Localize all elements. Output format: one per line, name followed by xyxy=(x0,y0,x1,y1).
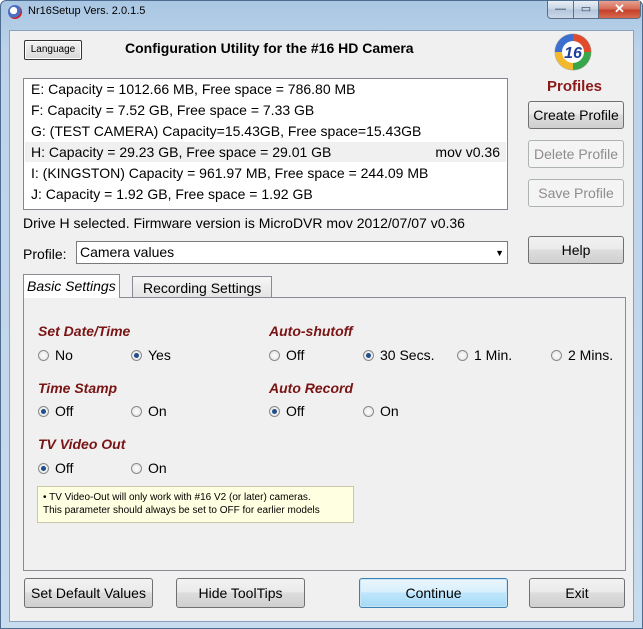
radio-label: 30 Secs. xyxy=(380,347,435,363)
radio-dot xyxy=(551,349,562,361)
set-default-values-button[interactable]: Set Default Values xyxy=(24,578,153,608)
drive-item-j[interactable]: J: Capacity = 1.92 GB, Free space = 1.92… xyxy=(25,184,506,204)
drive-firmware-tag: mov v0.36 xyxy=(435,144,500,160)
set-date-time-title: Set Date/Time xyxy=(38,323,131,339)
radio-label: Off xyxy=(286,347,305,363)
radio-dot xyxy=(131,462,142,474)
profiles-label: Profiles xyxy=(547,78,603,95)
radio-dot xyxy=(38,349,49,361)
continue-button[interactable]: Continue xyxy=(359,578,508,608)
radio-dot xyxy=(363,349,374,361)
radio-dot xyxy=(131,349,142,361)
app-window: Nr16Setup Vers. 2.0.1.5 — ▭ ✕ Language C… xyxy=(0,0,643,629)
maximize-button[interactable]: ▭ xyxy=(573,1,599,19)
auto-shutoff-2min-radio[interactable]: 2 Mins. xyxy=(551,347,613,363)
radio-label: On xyxy=(148,460,167,476)
tooltip-line-1: • TV Video-Out will only work with #16 V… xyxy=(43,492,311,503)
radio-dot xyxy=(38,405,49,417)
tab-recording-settings[interactable]: Recording Settings xyxy=(132,276,273,299)
radio-dot xyxy=(269,349,280,361)
auto-shutoff-title: Auto-shutoff xyxy=(269,323,353,339)
radio-dot xyxy=(131,405,142,417)
hide-tooltips-button[interactable]: Hide ToolTips xyxy=(176,578,305,608)
radio-label: Off xyxy=(55,460,74,476)
profile-dropdown[interactable]: Camera values ▼ xyxy=(76,241,508,264)
app-icon xyxy=(8,5,22,19)
help-button[interactable]: Help xyxy=(528,236,624,264)
tab-basic-settings[interactable]: Basic Settings xyxy=(23,274,120,298)
radio-label: 1 Min. xyxy=(474,347,513,363)
radio-dot xyxy=(363,405,374,417)
date-time-yes-radio[interactable]: Yes xyxy=(131,347,171,363)
drive-label: G: (TEST CAMERA) Capacity=15.43GB, Free … xyxy=(31,123,422,139)
camera-logo-icon: 16 xyxy=(554,33,592,71)
radio-label: No xyxy=(55,347,73,363)
tooltip-line-2: This parameter should always be set to O… xyxy=(43,505,320,516)
radio-label: Off xyxy=(55,403,74,419)
title-bar[interactable]: Nr16Setup Vers. 2.0.1.5 — ▭ ✕ xyxy=(1,1,642,23)
radio-label: Yes xyxy=(148,347,171,363)
radio-label: Off xyxy=(286,403,305,419)
close-button[interactable]: ✕ xyxy=(598,1,641,19)
time-stamp-on-radio[interactable]: On xyxy=(131,403,167,419)
radio-dot xyxy=(269,405,280,417)
save-profile-button[interactable]: Save Profile xyxy=(528,179,624,207)
time-stamp-off-radio[interactable]: Off xyxy=(38,403,73,419)
language-button[interactable]: Language xyxy=(24,40,82,60)
radio-label: On xyxy=(148,403,167,419)
drive-item-i[interactable]: I: (KINGSTON) Capacity = 961.97 MB, Free… xyxy=(25,163,506,183)
chevron-down-icon: ▼ xyxy=(495,248,504,258)
auto-record-off-radio[interactable]: Off xyxy=(269,403,304,419)
profile-selected-value: Camera values xyxy=(80,244,175,260)
auto-shutoff-30s-radio[interactable]: 30 Secs. xyxy=(363,347,434,363)
tv-video-out-on-radio[interactable]: On xyxy=(131,460,167,476)
auto-shutoff-1min-radio[interactable]: 1 Min. xyxy=(457,347,512,363)
drive-item-f[interactable]: F: Capacity = 7.52 GB, Free space = 7.33… xyxy=(25,100,506,120)
minimize-button[interactable]: — xyxy=(547,1,574,19)
tv-video-out-title: TV Video Out xyxy=(38,436,126,452)
logo-text: 16 xyxy=(564,45,582,62)
auto-record-title: Auto Record xyxy=(269,380,353,396)
drive-list[interactable]: E: Capacity = 1012.66 MB, Free space = 7… xyxy=(23,78,508,210)
auto-record-on-radio[interactable]: On xyxy=(363,403,399,419)
date-time-no-radio[interactable]: No xyxy=(38,347,73,363)
create-profile-button[interactable]: Create Profile xyxy=(528,101,624,129)
tooltip-tv-video-out: • TV Video-Out will only work with #16 V… xyxy=(37,486,354,523)
exit-button[interactable]: Exit xyxy=(529,578,625,608)
client-area: Language Configuration Utility for the #… xyxy=(9,30,634,622)
radio-label: 2 Mins. xyxy=(568,347,614,363)
radio-dot xyxy=(457,349,468,361)
profile-label: Profile: xyxy=(23,246,67,262)
time-stamp-title: Time Stamp xyxy=(38,380,118,396)
drive-label: I: (KINGSTON) Capacity = 961.97 MB, Free… xyxy=(31,165,429,181)
drive-label: E: Capacity = 1012.66 MB, Free space = 7… xyxy=(31,81,356,97)
tv-video-out-off-radio[interactable]: Off xyxy=(38,460,73,476)
drive-label: F: Capacity = 7.52 GB, Free space = 7.33… xyxy=(31,102,315,118)
basic-settings-panel: Set Date/Time No Yes Auto-shutoff Off 30… xyxy=(23,297,626,571)
delete-profile-button[interactable]: Delete Profile xyxy=(528,140,624,168)
drive-item-h[interactable]: H: Capacity = 29.23 GB, Free space = 29.… xyxy=(25,142,506,162)
window-title: Nr16Setup Vers. 2.0.1.5 xyxy=(28,5,146,17)
drive-item-g[interactable]: G: (TEST CAMERA) Capacity=15.43GB, Free … xyxy=(25,121,506,141)
page-title: Configuration Utility for the #16 HD Cam… xyxy=(125,40,414,56)
radio-dot xyxy=(38,462,49,474)
drive-label: J: Capacity = 1.92 GB, Free space = 1.92… xyxy=(31,186,313,202)
auto-shutoff-off-radio[interactable]: Off xyxy=(269,347,304,363)
radio-label: On xyxy=(380,403,399,419)
drive-label: H: Capacity = 29.23 GB, Free space = 29.… xyxy=(31,144,332,160)
drive-item-e[interactable]: E: Capacity = 1012.66 MB, Free space = 7… xyxy=(25,79,506,99)
status-text: Drive H selected. Firmware version is Mi… xyxy=(23,215,465,231)
